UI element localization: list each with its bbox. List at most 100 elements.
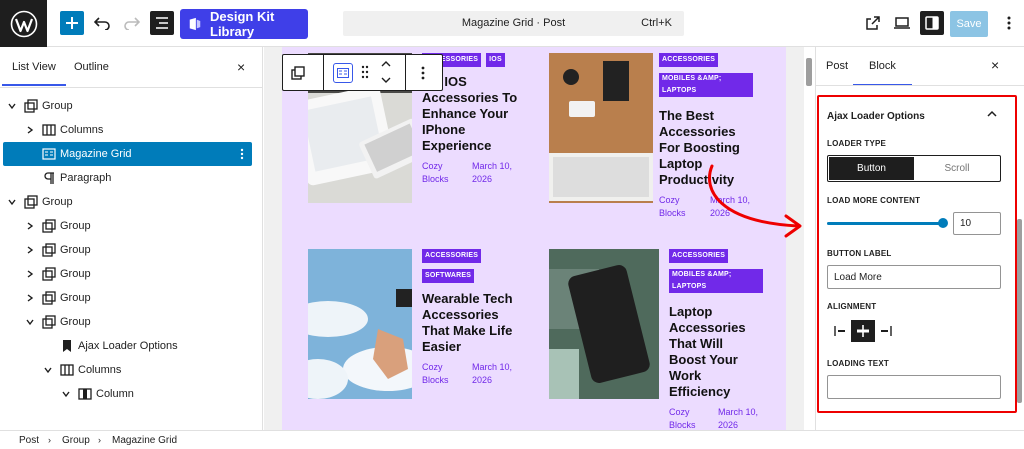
save-button[interactable]: Save — [950, 11, 988, 37]
button-label-input[interactable]: Load More — [827, 265, 1001, 289]
chevron-down-icon[interactable] — [43, 365, 53, 375]
device-preview-button[interactable] — [890, 11, 914, 35]
list-view-item-group[interactable]: Group — [3, 214, 252, 238]
chevron-right-icon[interactable] — [25, 221, 35, 231]
tab-post[interactable]: Post — [826, 60, 848, 72]
post-title-line[interactable]: Accessories To — [422, 90, 517, 106]
chevron-down-icon[interactable] — [61, 389, 71, 399]
options-menu-button[interactable] — [997, 11, 1021, 35]
add-block-button[interactable] — [60, 11, 84, 35]
chevron-down-icon[interactable] — [7, 197, 17, 207]
breadcrumb-group[interactable]: Group — [62, 435, 90, 446]
loader-type-scroll-option[interactable]: Scroll — [914, 157, 1000, 180]
category-badge[interactable]: ACCESSORIES — [669, 249, 729, 263]
list-view-item-magazine-grid[interactable]: Magazine Grid — [3, 142, 252, 166]
category-badge[interactable]: IOS — [486, 53, 505, 67]
load-more-slider-thumb[interactable] — [938, 218, 948, 228]
list-view-item-group[interactable]: Group — [3, 262, 252, 286]
post-title-line[interactable]: Accessories — [669, 320, 746, 336]
post-author[interactable]: Blocks — [422, 374, 449, 387]
block-type-button[interactable] — [333, 63, 353, 83]
post-author[interactable]: Cozy — [659, 194, 680, 207]
settings-scrollbar[interactable] — [1017, 219, 1022, 403]
list-view-item-group[interactable]: Group — [3, 94, 252, 118]
drag-handle[interactable] — [361, 65, 369, 79]
list-view-item-column[interactable]: Column — [3, 382, 252, 406]
view-post-button[interactable] — [861, 11, 885, 35]
command-palette-bar[interactable]: Magazine Grid · Post Ctrl+K — [343, 11, 684, 36]
list-view-item-ajax-loader-options[interactable]: Ajax Loader Options — [3, 334, 252, 358]
category-badge[interactable]: LAPTOPS — [669, 281, 763, 293]
post-title-line[interactable]: Enhance Your — [422, 106, 508, 122]
align-right-button[interactable] — [879, 321, 893, 341]
loader-type-button-option[interactable]: Button — [829, 157, 914, 180]
post-author[interactable]: Blocks — [669, 419, 696, 430]
post-title-line[interactable]: Wearable Tech — [422, 291, 513, 307]
canvas-scrollbar[interactable] — [806, 58, 812, 86]
post-title-line[interactable]: Laptop — [659, 156, 702, 172]
category-badge[interactable]: LAPTOPS — [659, 85, 753, 97]
align-left-button[interactable] — [833, 321, 847, 341]
list-view-item-group[interactable]: Group — [3, 310, 252, 334]
breadcrumb-magazine-grid[interactable]: Magazine Grid — [112, 435, 177, 446]
post-title-line[interactable]: Boost Your — [669, 352, 738, 368]
post-title-line[interactable]: Accessories — [422, 307, 499, 323]
tab-list-view[interactable]: List View — [2, 61, 66, 86]
chevron-down-icon[interactable] — [7, 101, 17, 111]
list-view-item-columns[interactable]: Columns — [3, 118, 252, 142]
tab-outline[interactable]: Outline — [74, 61, 109, 73]
post-title-line[interactable]: Accessories — [659, 124, 736, 140]
wordpress-logo-button[interactable] — [0, 0, 47, 47]
list-view-item-group[interactable]: Group — [3, 190, 252, 214]
post-title-line[interactable]: The Best — [659, 108, 714, 124]
list-view-item-paragraph[interactable]: Paragraph — [3, 166, 252, 190]
category-badge[interactable]: MOBILES &AMP; — [669, 269, 763, 281]
post-author[interactable]: Blocks — [659, 207, 686, 220]
close-list-view-button[interactable]: × — [237, 59, 245, 75]
category-badge[interactable]: MOBILES &AMP; — [659, 73, 753, 85]
post-title-line[interactable]: Laptop — [669, 304, 712, 320]
design-kit-library-button[interactable]: Design Kit Library — [180, 9, 308, 39]
tab-block[interactable]: Block — [853, 60, 912, 86]
chevron-down-icon[interactable] — [25, 317, 35, 327]
block-options-button[interactable] — [421, 66, 425, 80]
list-view-item-group[interactable]: Group — [3, 238, 252, 262]
document-overview-button[interactable] — [150, 11, 174, 35]
chevron-right-icon[interactable] — [25, 269, 35, 279]
category-badge[interactable]: ACCESSORIES — [422, 249, 482, 263]
post-author[interactable]: Cozy — [422, 160, 443, 173]
load-more-number-input[interactable]: 10 — [953, 212, 1001, 235]
post-author[interactable]: Blocks — [422, 173, 449, 186]
item-options-icon[interactable] — [240, 148, 244, 160]
post-title-line[interactable]: Easier — [422, 339, 461, 355]
post-title-line[interactable]: For Boosting — [659, 140, 740, 156]
align-center-button[interactable] — [851, 320, 875, 342]
breadcrumb-post[interactable]: Post — [19, 435, 39, 446]
undo-button[interactable] — [90, 11, 114, 35]
post-title-line[interactable]: Efficiency — [669, 384, 730, 400]
chevron-right-icon[interactable] — [25, 245, 35, 255]
chevron-right-icon[interactable] — [25, 125, 35, 135]
parent-block-button[interactable] — [291, 66, 305, 80]
move-up-button[interactable] — [381, 60, 391, 68]
list-view-item-group[interactable]: Group — [3, 286, 252, 310]
post-image-2[interactable] — [549, 53, 653, 203]
post-title-line[interactable]: Work — [669, 368, 701, 384]
post-author[interactable]: Cozy — [422, 361, 443, 374]
move-down-button[interactable] — [381, 76, 391, 84]
chevron-right-icon[interactable] — [25, 293, 35, 303]
list-view-item-columns[interactable]: Columns — [3, 358, 252, 382]
post-image-4[interactable] — [549, 249, 659, 399]
collapse-section-button[interactable] — [987, 110, 997, 118]
close-settings-button[interactable]: × — [991, 57, 999, 73]
post-title-line[interactable]: That Will — [669, 336, 723, 352]
category-badge[interactable]: ACCESSORIES — [659, 53, 719, 67]
post-title-line[interactable]: That Make Life — [422, 323, 512, 339]
redo-button[interactable] — [120, 11, 144, 35]
post-title-line[interactable]: IPhone — [422, 122, 465, 138]
loading-text-input[interactable] — [827, 375, 1001, 399]
post-image-3[interactable] — [308, 249, 412, 399]
category-badge[interactable]: SOFTWARES — [422, 269, 475, 283]
post-author[interactable]: Cozy — [669, 406, 690, 419]
post-title-line[interactable]: Experience — [422, 138, 491, 154]
